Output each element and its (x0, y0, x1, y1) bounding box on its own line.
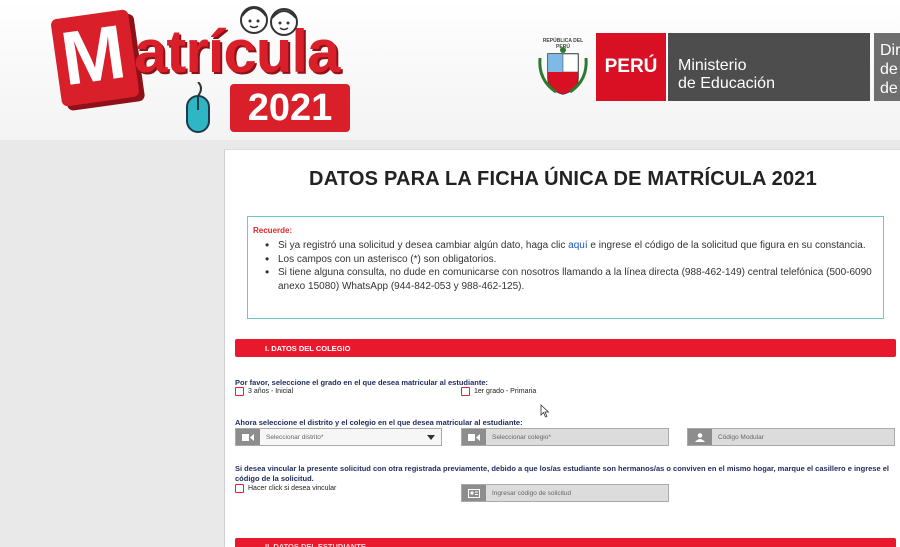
notice-list: Si ya registró una solicitud y desea cam… (248, 239, 878, 293)
edit-request-link[interactable]: aquí (568, 240, 587, 251)
grade-checkbox-inicial[interactable] (235, 387, 244, 396)
grade-option-inicial[interactable]: 3 años - Inicial (235, 387, 293, 396)
school-icon (462, 429, 486, 445)
peru-coat-of-arms: REPÚBLICA DEL PERÚ (536, 38, 590, 96)
peru-label: PERÚ (604, 56, 658, 77)
grade-option-label: 3 años - Inicial (248, 388, 294, 395)
school-question: Ahora seleccione el distrito y el colegi… (235, 418, 523, 427)
notice-text: Si ya registró una solicitud y desea cam… (278, 240, 569, 251)
children-icon (240, 6, 298, 36)
district-placeholder: Seleccionar distrito* (266, 433, 324, 441)
modular-code-field[interactable]: Código Modular (687, 428, 895, 446)
school-select[interactable]: Seleccionar colegio* (461, 428, 669, 446)
district-select[interactable]: Seleccionar distrito* (235, 428, 442, 446)
request-code-placeholder: Ingresar código de solicitud (492, 489, 572, 497)
grade-question: Por favor, seleccione el grado en el que… (235, 378, 489, 387)
link-request-checkbox[interactable] (235, 484, 244, 493)
logo-year: 2021 (247, 87, 333, 129)
notice-heading: Recuerde: (253, 226, 293, 235)
matricula-2021-logo: M atrícula 2021 (50, 2, 360, 140)
grade-option-primaria[interactable]: 1er grado - Primaria (461, 387, 536, 396)
mouse-cursor-icon (540, 404, 550, 418)
modular-code-placeholder: Código Modular (718, 433, 764, 441)
direction-line-3: de (880, 80, 898, 97)
grade-option-label: 1er grado - Primaria (474, 388, 537, 395)
coat-of-arms-icon (538, 47, 588, 95)
request-code-field[interactable]: Ingresar código de solicitud (461, 484, 669, 502)
direction-line-1: Dir (880, 42, 900, 59)
year-badge: 2021 (230, 84, 350, 132)
enrollment-form: DATOS PARA LA FICHA ÚNICA DE MATRÍCULA 2… (224, 149, 900, 547)
chevron-down-icon (427, 434, 435, 440)
link-request-label: Hacer click si desea vincular (248, 485, 337, 492)
notice-item: Si tiene alguna consulta, no dude en com… (248, 266, 878, 293)
school-placeholder: Seleccionar colegio* (492, 433, 551, 441)
peru-brand: PERÚ (596, 33, 666, 101)
section-school-header: I. DATOS DEL COLEGIO (235, 339, 896, 357)
ministry-brand: Ministerio de Educación (668, 33, 870, 101)
notice-item: Si ya registró una solicitud y desea cam… (248, 239, 878, 253)
section-student-header: II. DATOS DEL ESTUDIANTE (235, 538, 896, 547)
id-card-icon (462, 485, 486, 501)
page-title: DATOS PARA LA FICHA ÚNICA DE MATRÍCULA 2… (309, 168, 817, 190)
grade-checkbox-primaria[interactable] (461, 387, 470, 396)
book-icon: M (50, 9, 140, 107)
notice-text: e ingrese el código de la solicitud que … (587, 240, 866, 251)
ministry-line-1: Ministerio (678, 57, 747, 74)
user-icon (688, 429, 712, 445)
direction-line-2: de (880, 61, 898, 78)
computer-mouse-icon (186, 82, 210, 133)
logo-letter: M (56, 9, 131, 103)
notice-box: Recuerde: Si ya registró una solicitud y… (247, 216, 884, 319)
ministry-line-2: de Educación (678, 75, 775, 92)
direction-brand: Dir de de (874, 33, 900, 101)
notice-item: Los campos con un asterisco (*) son obli… (248, 253, 878, 267)
link-question: Si desea vincular la presente solicitud … (235, 464, 889, 483)
location-icon (236, 429, 260, 445)
site-header: M atrícula 2021 REPÚBLICA DEL PERÚ Minis… (0, 0, 900, 140)
link-request-option[interactable]: Hacer click si desea vincular (235, 484, 336, 493)
